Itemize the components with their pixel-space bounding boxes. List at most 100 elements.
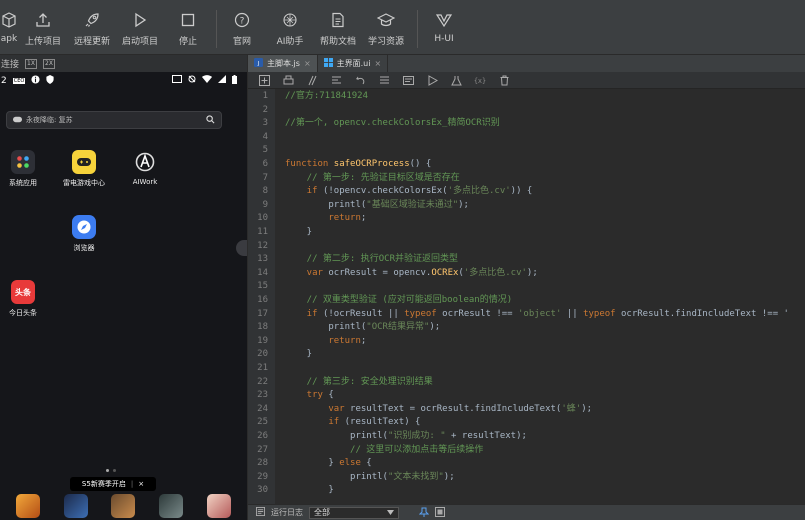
code-line[interactable]: 3 //第一个, opencv.checkColorsEx_精简OCR识别	[248, 117, 805, 130]
app-game-center[interactable]: 雷电游戏中心	[59, 150, 109, 188]
app-browser[interactable]: 浏览器	[59, 215, 109, 253]
code-line[interactable]: 20 }	[248, 348, 805, 361]
variable-icon[interactable]: {x}	[474, 74, 486, 86]
code-line[interactable]: 15	[248, 280, 805, 293]
code-line[interactable]: 13 // 第二步: 执行OCR并验证返回类型	[248, 253, 805, 266]
code-line[interactable]: 16 // 双重类型验证 (应对可能返回boolean的情况)	[248, 294, 805, 307]
code-text: function safeOCRProcess() {	[285, 158, 431, 171]
code-token: {	[328, 390, 334, 401]
pin-icon[interactable]	[418, 507, 430, 519]
code-line[interactable]: 30 }	[248, 484, 805, 497]
code-line[interactable]: 10 return;	[248, 212, 805, 225]
scale-2x-button[interactable]: 2X	[43, 58, 56, 69]
upload-project-label: 上传项目	[24, 37, 61, 47]
tab-close-icon[interactable]: ×	[374, 59, 381, 68]
format-icon[interactable]	[330, 74, 342, 86]
code-text: }	[285, 484, 333, 497]
code-token: printl(	[285, 471, 388, 482]
code-text: //第一个, opencv.checkColorsEx_精简OCR识别	[285, 117, 500, 130]
code-line[interactable]: 26 printl("识别成功: " + resultText);	[248, 430, 805, 443]
official-site-button[interactable]: ? 官网	[217, 0, 267, 55]
dock-app-icon[interactable]	[111, 494, 136, 518]
tab-main-ui[interactable]: 主界面.ui ×	[318, 55, 389, 72]
app-aiwork[interactable]: AIWork	[120, 150, 170, 186]
ai-assistant-button[interactable]: AI助手	[267, 0, 313, 55]
code-line[interactable]: 7 // 第一步: 先验证目标区域是否存在	[248, 172, 805, 185]
help-docs-label: 帮助文档	[319, 37, 356, 47]
code-token: );	[581, 403, 593, 414]
code-line[interactable]: 12	[248, 240, 805, 253]
code-line[interactable]: 29 printl("文本未找到");	[248, 471, 805, 484]
dock-app-icon[interactable]	[63, 494, 88, 518]
scale-1x-button[interactable]: 1X	[25, 58, 38, 69]
code-token: "OCR结果异常"	[366, 322, 430, 333]
log-icon	[256, 507, 265, 518]
apk-button[interactable]: apk	[0, 0, 18, 55]
app-toutiao[interactable]: 头条 今日头条	[0, 280, 48, 318]
undo-icon[interactable]	[354, 74, 366, 86]
learning-resources-button[interactable]: 学习资源	[363, 0, 409, 55]
line-number: 7	[262, 172, 268, 183]
code-line[interactable]: 21	[248, 362, 805, 375]
code-line[interactable]: 14 var ocrResult = opencv.OCREx('多点比色.cv…	[248, 267, 805, 280]
code-token: '蜂'	[561, 403, 582, 414]
code-line[interactable]: 25 if (resultText) {	[248, 416, 805, 429]
start-project-button[interactable]: 启动项目	[116, 0, 164, 55]
h-ui-button[interactable]: H-UI	[418, 0, 470, 55]
floating-edge-icon[interactable]	[236, 240, 247, 256]
expand-icon[interactable]	[435, 506, 445, 519]
log-filter-select[interactable]: 全部	[309, 506, 399, 519]
code-line[interactable]: 18 printl("OCR结果异常");	[248, 321, 805, 334]
print-icon[interactable]	[282, 74, 294, 86]
home-search-bar[interactable]: 永夜降临: 复苏	[6, 111, 222, 129]
snippet-icon[interactable]	[402, 74, 414, 86]
info-icon	[31, 74, 40, 87]
debug-flask-icon[interactable]	[450, 74, 462, 86]
code-line[interactable]: 6 function safeOCRProcess() {	[248, 158, 805, 171]
js-file-icon: J	[254, 58, 263, 69]
delete-icon[interactable]	[498, 74, 510, 86]
svg-text:J: J	[257, 61, 260, 67]
remote-update-button[interactable]: 远程更新	[68, 0, 116, 55]
code-line[interactable]: 27 // 这里可以添加点击等后续操作	[248, 444, 805, 457]
dock-app-icon[interactable]	[207, 494, 232, 518]
comment-icon[interactable]	[306, 74, 318, 86]
code-line[interactable]: 2	[248, 104, 805, 117]
tab-main-script[interactable]: J 主脚本.js ×	[248, 55, 318, 72]
search-icon[interactable]	[206, 114, 215, 126]
code-token: var	[285, 267, 329, 278]
add-icon[interactable]	[258, 74, 270, 86]
stop-button[interactable]: 停止	[164, 0, 212, 55]
device-screen[interactable]: 2 CEO 永夜降临: 复苏 系统应用 雷电游戏中心 AIWork 浏览器 头条…	[0, 72, 247, 520]
dock-app-icon[interactable]	[15, 494, 40, 518]
help-docs-button[interactable]: 帮助文档	[313, 0, 363, 55]
code-line[interactable]: 9 printl("基础区域验证未通过");	[248, 199, 805, 212]
list-icon[interactable]	[378, 74, 390, 86]
code-area[interactable]: 1//官方:711841924 2 3//第一个, opencv.checkColo…	[248, 89, 805, 504]
app-window: apk 上传项目 远程更新 启动项目 停止 ? 官网 AI助手 帮助文档 学习资…	[0, 0, 805, 520]
code-line[interactable]: 8 if (!opencv.checkColorsEx('多点比色.cv')) …	[248, 185, 805, 198]
code-token: }	[285, 349, 313, 360]
code-line[interactable]: 28 } else {	[248, 457, 805, 470]
code-line[interactable]: 17 if (!ocrResult || typeof ocrResult !=…	[248, 308, 805, 321]
code-line[interactable]: 24 var resultText = ocrResult.findInclud…	[248, 403, 805, 416]
run-icon[interactable]	[426, 74, 438, 86]
run-log-label[interactable]: 运行日志	[271, 507, 303, 518]
code-line[interactable]: 5	[248, 144, 805, 157]
connection-label[interactable]: 连接	[1, 57, 19, 70]
dock-app-icon[interactable]	[159, 494, 184, 518]
code-line[interactable]: 1 //官方:711841924	[248, 90, 805, 103]
code-line[interactable]: 4	[248, 131, 805, 144]
shield-icon	[46, 74, 54, 87]
code-token: printl(	[285, 199, 367, 210]
upload-project-button[interactable]: 上传项目	[18, 0, 68, 55]
banner-close-button[interactable]: ×	[138, 480, 144, 488]
code-line[interactable]: 22 // 第三步: 安全处理识别结果	[248, 376, 805, 389]
code-line[interactable]: 19 return;	[248, 335, 805, 348]
tab-close-icon[interactable]: ×	[304, 59, 311, 68]
app-system-apps[interactable]: 系统应用	[0, 150, 48, 188]
promo-banner[interactable]: S5新赛季开启 | ×	[70, 477, 156, 491]
code-line[interactable]: 11 }	[248, 226, 805, 239]
line-number: 14	[257, 267, 268, 278]
code-line[interactable]: 23 try {	[248, 389, 805, 402]
